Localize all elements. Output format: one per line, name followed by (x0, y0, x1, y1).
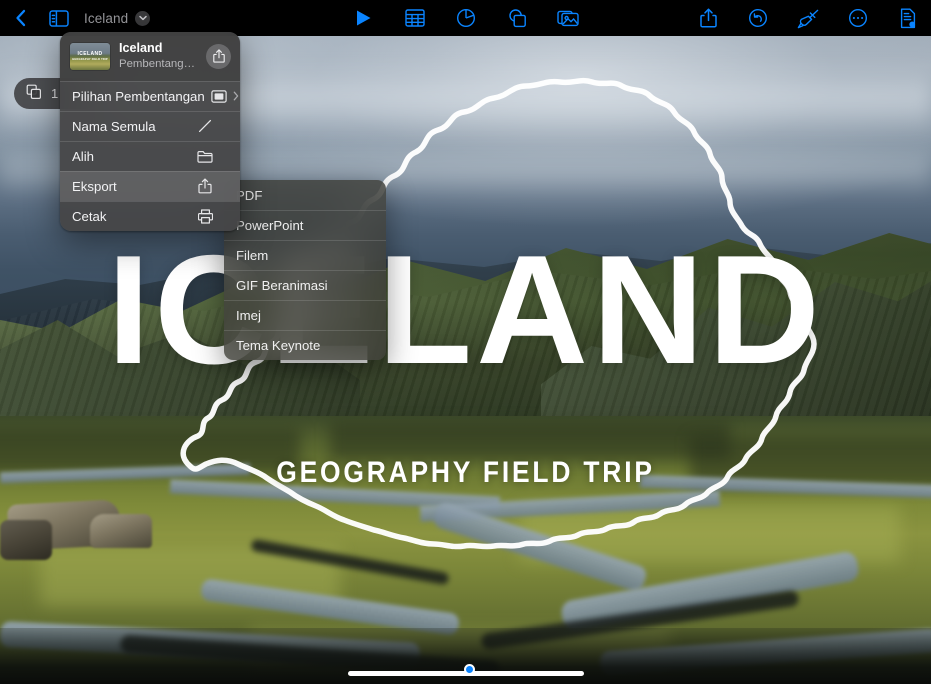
media-icon[interactable] (555, 5, 581, 31)
pointer-cursor (464, 664, 475, 675)
export-submenu[interactable]: PDF PowerPoint Filem GIF Beranimasi Imej… (224, 180, 386, 360)
shape-icon[interactable] (504, 5, 530, 31)
submenu-item-label: Imej (236, 308, 261, 323)
submenu-item-label: PowerPoint (236, 218, 304, 233)
chevron-down-icon[interactable] (135, 10, 151, 26)
context-menu-header[interactable]: ICELAND GEOGRAPHY FIELD TRIP Iceland Pem… (60, 32, 240, 81)
submenu-item-animated-gif[interactable]: GIF Beranimasi (224, 270, 386, 300)
more-icon[interactable] (845, 5, 871, 31)
submenu-item-label: Tema Keynote (236, 338, 321, 353)
menu-item-print[interactable]: Cetak (60, 200, 240, 231)
slides-icon (26, 84, 42, 103)
submenu-item-label: Filem (236, 248, 269, 263)
menu-item-label: Eksport (72, 178, 117, 194)
menu-item-export[interactable]: Eksport (60, 170, 240, 201)
submenu-item-keynote-theme[interactable]: Tema Keynote (224, 330, 386, 360)
menu-item-label: Pilihan Pembentangan (72, 88, 205, 104)
sidebar-toggle-icon[interactable] (46, 5, 72, 31)
submenu-item-powerpoint[interactable]: PowerPoint (224, 210, 386, 240)
presentation-icon (211, 89, 227, 103)
thumbnail-subtitle: GEOGRAPHY FIELD TRIP (72, 57, 108, 61)
format-brush-icon[interactable] (795, 5, 821, 31)
submenu-item-image[interactable]: Imej (224, 300, 386, 330)
chart-icon[interactable] (453, 5, 479, 31)
menu-item-rename[interactable]: Nama Semula (60, 110, 240, 141)
submenu-item-label: GIF Beranimasi (236, 278, 328, 293)
document-title-label: Iceland (84, 10, 129, 26)
top-toolbar: Iceland (0, 0, 931, 36)
folder-icon (196, 150, 214, 163)
share-icon (212, 49, 225, 63)
submenu-item-pdf[interactable]: PDF (224, 180, 386, 210)
context-menu-doc-name: Iceland (119, 41, 163, 55)
slide-counter-value: 1 (51, 86, 59, 101)
document-thumbnail: ICELAND GEOGRAPHY FIELD TRIP (70, 42, 110, 70)
context-menu-share-button[interactable] (206, 43, 231, 69)
share-icon (196, 178, 214, 194)
slide-subtitle[interactable]: GEOGRAPHY FIELD TRIP (56, 456, 875, 490)
undo-icon[interactable] (745, 5, 771, 31)
table-icon[interactable] (402, 5, 428, 31)
printer-icon (196, 208, 214, 224)
menu-item-label: Nama Semula (72, 118, 156, 134)
slide-title[interactable]: ICELAND (0, 232, 931, 387)
document-options-icon[interactable] (895, 5, 921, 31)
document-title-menu[interactable]: Iceland (84, 10, 151, 26)
menu-item-label: Cetak (72, 208, 107, 224)
menu-item-move[interactable]: Alih (60, 140, 240, 171)
back-icon[interactable] (8, 5, 34, 31)
menu-item-presentation-options[interactable]: Pilihan Pembentangan (60, 80, 240, 111)
play-icon[interactable] (351, 5, 377, 31)
document-context-menu[interactable]: ICELAND GEOGRAPHY FIELD TRIP Iceland Pem… (60, 32, 240, 231)
context-menu-doc-subtitle: Pembentangan Keyn… (119, 57, 197, 70)
pencil-icon (196, 118, 214, 134)
chevron-right-icon (233, 91, 239, 101)
thumbnail-title: ICELAND (77, 50, 103, 57)
menu-item-label: Alih (72, 148, 94, 164)
share-icon[interactable] (695, 5, 721, 31)
submenu-item-movie[interactable]: Filem (224, 240, 386, 270)
keynote-app-window: ICELAND GEOGRAPHY FIELD TRIP 1 Iceland P… (0, 0, 931, 684)
